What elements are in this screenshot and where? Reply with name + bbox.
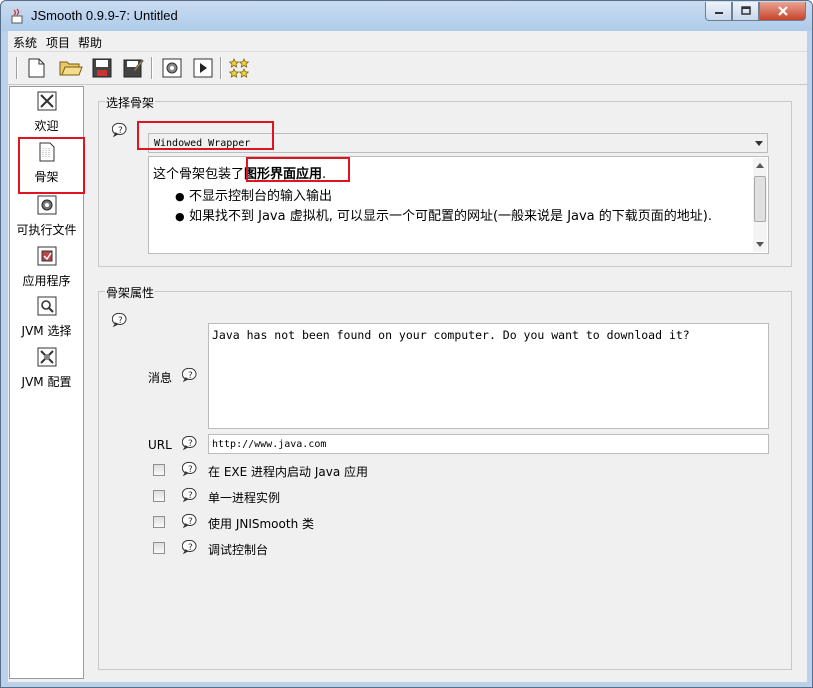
help-icon[interactable]: ?	[182, 539, 198, 555]
checkbox-label: 单一进程实例	[208, 491, 281, 505]
checkbox-label: 使用 JNISmooth 类	[208, 517, 314, 531]
skeleton-select-group: 选择骨架 ? Windowed Wrapper 这个骨架包装了图形界面应用. 不…	[98, 94, 792, 267]
scroll-thumb[interactable]	[754, 176, 766, 222]
sidebar-item-label: JVM 选择	[21, 324, 72, 338]
sidebar-item-jvm-config[interactable]: JVM 配置	[10, 347, 83, 390]
svg-text:?: ?	[118, 126, 123, 136]
message-textarea[interactable]: Java has not been found on your computer…	[208, 323, 769, 429]
help-icon[interactable]: ?	[112, 122, 128, 138]
open-button[interactable]	[59, 56, 83, 80]
sidebar-item-label: 欢迎	[34, 119, 59, 133]
minimize-button[interactable]	[705, 2, 732, 21]
run-icon	[193, 58, 213, 78]
save-as-icon	[123, 59, 144, 78]
checkbox-single-instance[interactable]	[153, 490, 165, 502]
maximize-button[interactable]	[732, 2, 759, 21]
toolbar-separator	[220, 57, 222, 79]
svg-text:?: ?	[188, 517, 193, 527]
dropdown-highlight	[137, 121, 274, 150]
url-label: URL	[148, 438, 172, 452]
new-button[interactable]	[24, 56, 48, 80]
sidebar: 欢迎 骨架 可执行文件 应用程序 JVM 选择 JVM 配置	[9, 86, 85, 679]
sidebar-item-welcome[interactable]: 欢迎	[10, 91, 83, 134]
sidebar-item-label: JVM 配置	[21, 375, 72, 389]
save-as-button[interactable]	[121, 56, 145, 80]
toolbar-separator	[16, 57, 18, 79]
help-icon[interactable]: ?	[182, 513, 198, 529]
save-button[interactable]	[90, 56, 114, 80]
help-icon[interactable]: ?	[112, 312, 128, 328]
sidebar-item-label: 可执行文件	[16, 223, 77, 237]
text-highlight	[246, 157, 350, 182]
skeleton-properties-group: 骨架属性 ? 消息 ? Java has not been found on y…	[98, 284, 792, 670]
application-icon	[37, 246, 56, 266]
description-scrollbar[interactable]	[753, 158, 767, 252]
help-icon[interactable]: ?	[182, 461, 198, 477]
chevron-down-icon[interactable]	[755, 141, 763, 146]
sidebar-item-executable[interactable]: 可执行文件	[10, 195, 83, 238]
sidebar-item-application[interactable]: 应用程序	[10, 246, 83, 289]
maximize-icon	[740, 6, 751, 15]
toolbar	[8, 52, 807, 85]
new-file-icon	[28, 58, 45, 78]
java-app-icon	[11, 8, 23, 24]
menu-bar: 系统 项目 帮助	[8, 31, 807, 52]
svg-text:?: ?	[188, 543, 193, 553]
help-icon[interactable]: ?	[182, 367, 198, 383]
description-bullet: 如果找不到 Java 虚拟机, 可以显示一个可配置的网址(一般来说是 Java …	[175, 207, 735, 227]
toolbar-separator	[151, 57, 153, 79]
menu-project[interactable]: 项目	[46, 34, 70, 51]
description-bullets: 不显示控制台的输入输出 如果找不到 Java 虚拟机, 可以显示一个可配置的网址…	[175, 187, 735, 227]
jvm-config-icon	[37, 347, 56, 367]
jvm-select-icon	[37, 296, 56, 316]
svg-text:?: ?	[188, 371, 193, 381]
minimize-icon	[714, 12, 723, 14]
checkbox-label: 调试控制台	[208, 543, 269, 557]
group-title: 选择骨架	[105, 94, 156, 111]
stars-icon	[228, 58, 250, 78]
selected-item-highlight	[18, 137, 85, 194]
sidebar-item-jvm-select[interactable]: JVM 选择	[10, 296, 83, 339]
skeleton-description: 这个骨架包装了图形界面应用. 不显示控制台的输入输出 如果找不到 Java 虚拟…	[148, 156, 769, 254]
close-button[interactable]	[759, 2, 806, 21]
svg-text:?: ?	[188, 465, 193, 475]
scroll-down-icon[interactable]	[756, 242, 764, 247]
menu-system[interactable]: 系统	[13, 34, 37, 51]
svg-text:?: ?	[188, 491, 193, 501]
open-folder-icon	[59, 61, 83, 76]
group-title: 骨架属性	[105, 284, 156, 301]
title-bar[interactable]: JSmooth 0.9.9-7: Untitled	[1, 1, 812, 31]
executable-icon	[37, 195, 56, 215]
message-label: 消息	[148, 371, 173, 385]
checkbox-debug-console[interactable]	[153, 542, 165, 554]
welcome-icon	[37, 91, 56, 111]
description-bullet: 不显示控制台的输入输出	[175, 187, 735, 207]
help-icon[interactable]: ?	[182, 487, 198, 503]
checkbox-inprocess[interactable]	[153, 464, 165, 476]
run-button[interactable]	[191, 56, 215, 80]
close-icon	[777, 6, 788, 16]
client-area: 系统 项目 帮助 欢迎 骨架 可执行文件 应用程序 JVM 选择 JVM 配置 …	[8, 31, 807, 682]
checkbox-label: 在 EXE 进程内启动 Java 应用	[208, 465, 368, 479]
window-title: JSmooth 0.9.9-7: Untitled	[31, 8, 178, 23]
about-button[interactable]	[227, 56, 251, 80]
save-icon	[92, 58, 112, 78]
help-icon[interactable]: ?	[182, 435, 198, 451]
compile-icon	[162, 58, 182, 78]
description-prefix: 这个骨架包装了	[153, 167, 245, 182]
menu-help[interactable]: 帮助	[78, 34, 102, 51]
compile-button[interactable]	[160, 56, 184, 80]
svg-text:?: ?	[188, 439, 193, 449]
scroll-up-icon[interactable]	[756, 163, 764, 168]
url-input[interactable]: http://www.java.com	[208, 434, 769, 454]
sidebar-item-label: 应用程序	[22, 274, 71, 288]
svg-text:?: ?	[118, 316, 123, 326]
checkbox-jnismooth[interactable]	[153, 516, 165, 528]
app-window: JSmooth 0.9.9-7: Untitled 系统 项目 帮助 欢迎 骨架…	[0, 0, 813, 688]
